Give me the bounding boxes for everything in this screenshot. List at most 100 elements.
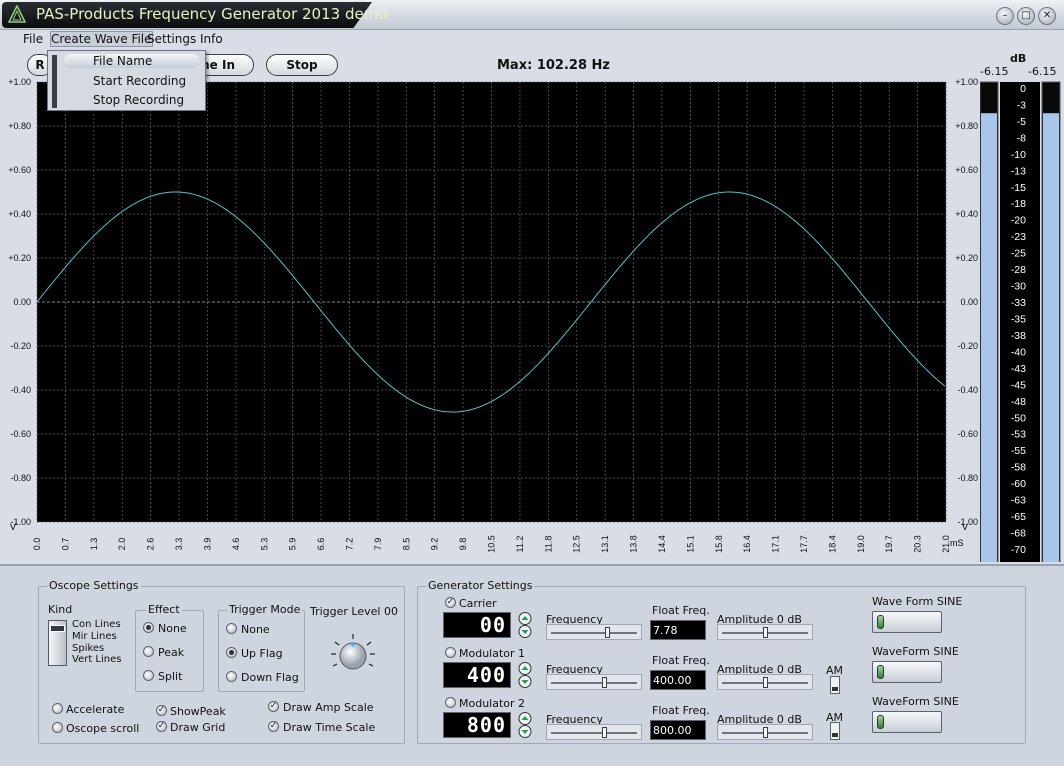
y-tick-label: -0.40 — [10, 385, 31, 395]
y-tick-label-right: -0.60 — [957, 429, 978, 439]
menu-settings[interactable]: Settings — [147, 32, 196, 46]
y-tick-label-right: +0.40 — [955, 209, 978, 219]
oscilloscope-display[interactable]: +1.00 +0.80 +0.60 +0.40 +0.20 0.00 -0.20 -0.40 -… — [0, 78, 980, 560]
modulator-2-label: Modulator 2 — [459, 697, 526, 710]
meter-scale-label: -10 — [1011, 149, 1026, 161]
kind-option-spikes[interactable]: Spikes — [72, 643, 104, 654]
accelerate-label[interactable]: Accelerate — [66, 703, 124, 716]
effect-peak-label[interactable]: Peak — [158, 646, 184, 659]
amplitude-slider[interactable] — [717, 724, 813, 740]
x-unit-label: mS — [950, 538, 964, 548]
meter-scale-label: -53 — [1011, 429, 1026, 441]
draw-time-scale-label[interactable]: Draw Time Scale — [283, 721, 375, 734]
show-peak-label[interactable]: ShowPeak — [170, 705, 226, 718]
x-tick-label: 3.9 — [202, 538, 212, 551]
kind-option-con-lines[interactable]: Con Lines — [72, 619, 121, 630]
effect-none-label[interactable]: None — [158, 622, 187, 635]
trigger-mode-title: Trigger Mode — [227, 603, 303, 616]
effect-none-radio[interactable] — [143, 622, 154, 633]
trigger-up-flag-radio[interactable] — [226, 647, 237, 658]
x-tick-label: 17.1 — [771, 535, 781, 553]
minimize-icon[interactable]: – — [996, 7, 1014, 25]
y-tick-label-right: -0.20 — [957, 341, 978, 351]
frequency-spinner[interactable] — [516, 612, 534, 638]
frequency-spinner[interactable] — [516, 662, 534, 688]
am-toggle[interactable] — [830, 676, 840, 694]
effect-peak-radio[interactable] — [143, 646, 154, 657]
oscope-scroll-radio[interactable] — [52, 722, 63, 733]
trigger-down-flag-radio[interactable] — [226, 671, 237, 682]
meter-scale-label: -60 — [1011, 478, 1026, 490]
meter-scale-label: -8 — [1017, 132, 1026, 144]
x-tick-label: 13.8 — [629, 535, 639, 553]
draw-grid-checkbox[interactable]: ✓ — [156, 721, 167, 732]
show-peak-checkbox[interactable]: ✓ — [156, 705, 167, 716]
waveform-selector[interactable] — [872, 611, 942, 633]
oscope-scroll-label[interactable]: Oscope scroll — [66, 722, 139, 735]
carrier-display: 00 — [443, 612, 511, 638]
x-tick-label: 6.6 — [316, 538, 326, 551]
kind-option-vert-lines[interactable]: Vert Lines — [72, 654, 121, 665]
close-icon[interactable]: ✕ — [1038, 7, 1056, 25]
meter-right-level — [1043, 113, 1059, 562]
carrier-float-freq-input[interactable]: 7.78 — [650, 620, 706, 640]
carrier-checkbox[interactable]: ✓ — [445, 597, 456, 608]
effect-split-label[interactable]: Split — [158, 670, 182, 683]
trigger-none-radio[interactable] — [226, 623, 237, 634]
accelerate-radio[interactable] — [52, 703, 63, 714]
trigger-none-label[interactable]: None — [241, 623, 270, 636]
kind-slider[interactable] — [48, 620, 67, 666]
stop-button[interactable]: Stop — [266, 54, 338, 76]
draw-amp-scale-label[interactable]: Draw Amp Scale — [283, 701, 374, 714]
draw-amp-scale-checkbox[interactable]: ✓ — [268, 701, 279, 712]
menu-item-stop-recording[interactable]: Stop Recording — [93, 93, 184, 107]
meter-scale-label: -18 — [1011, 198, 1026, 210]
frequency-slider[interactable] — [546, 674, 642, 690]
waveform-selector[interactable] — [872, 711, 942, 733]
trigger-down-flag-label[interactable]: Down Flag — [241, 671, 299, 684]
menu-info[interactable]: Info — [200, 32, 223, 46]
menu-item-file-name[interactable]: File Name — [64, 54, 199, 68]
menu-item-start-recording[interactable]: Start Recording — [93, 74, 186, 88]
am-toggle[interactable] — [830, 722, 840, 740]
meter-scale-label: -20 — [1011, 215, 1026, 227]
maximize-icon[interactable]: □ — [1017, 7, 1035, 25]
modulator-1-radio[interactable] — [445, 647, 456, 658]
menu-create-wave-file[interactable]: Create Wave File — [50, 31, 153, 47]
draw-time-scale-checkbox[interactable]: ✓ — [268, 721, 279, 732]
amplitude-slider[interactable] — [717, 624, 813, 640]
x-tick-label: 11.2 — [515, 536, 525, 553]
effect-split-radio[interactable] — [143, 670, 154, 681]
trigger-up-flag-label[interactable]: Up Flag — [241, 647, 283, 660]
modulator-2-float-freq-input[interactable]: 800.00 — [650, 720, 706, 740]
oscope-settings-title: Oscope Settings — [47, 579, 141, 592]
x-tick-label: 13.1 — [600, 535, 610, 553]
y-tick-label-right: 0.00 — [960, 297, 978, 307]
title-bar[interactable]: PAS-Products Frequency Generator 2013 de… — [0, 0, 1064, 30]
menu-file[interactable]: File — [23, 32, 43, 46]
y-tick-label-right: +0.20 — [955, 253, 978, 263]
draw-grid-label[interactable]: Draw Grid — [170, 721, 225, 734]
meter-scale-label: -30 — [1011, 281, 1026, 293]
meter-scale-label: -68 — [1011, 528, 1026, 540]
waveform-selector[interactable] — [872, 661, 942, 683]
frequency-slider[interactable] — [546, 624, 642, 640]
carrier-waveform-label: Wave Form SINE — [872, 595, 963, 608]
x-tick-label: 15.1 — [685, 535, 695, 553]
modulator-2-radio[interactable] — [445, 697, 456, 708]
kind-thumb[interactable] — [50, 625, 65, 632]
amplitude-slider[interactable] — [717, 674, 813, 690]
meter-scale-label: -33 — [1011, 297, 1026, 309]
modulator-2-display: 800 — [443, 712, 511, 738]
frequency-slider[interactable] — [546, 724, 642, 740]
x-tick-label: 0.0 — [32, 538, 42, 551]
frequency-spinner[interactable] — [516, 712, 534, 738]
kind-option-mir-lines[interactable]: Mir Lines — [72, 631, 117, 642]
meter-scale-label: -63 — [1011, 495, 1026, 507]
modulator-1-display: 400 — [443, 662, 511, 688]
y-tick-label-right: -0.40 — [957, 385, 978, 395]
modulator-1-float-freq-input[interactable]: 400.00 — [650, 670, 706, 690]
y-tick-label-right: +1.00 — [955, 78, 978, 87]
x-axis: 0.0 0.7 1.3 2.0 2.6 3.3 3.9 4.6 5.3 5.9 6.6 7.2 7.9 8… — [32, 535, 951, 553]
trigger-level-knob[interactable] — [328, 632, 378, 678]
